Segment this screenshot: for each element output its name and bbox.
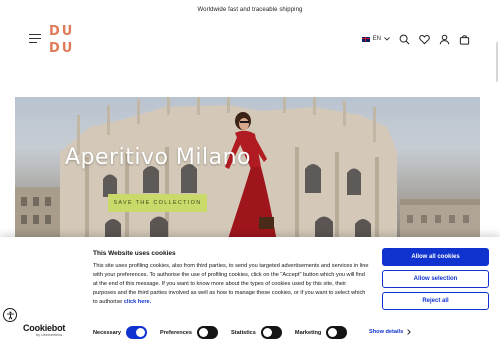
- announcement-bar: Worldwide fast and traceable shipping: [0, 0, 500, 20]
- bag-icon[interactable]: [459, 34, 470, 45]
- save-the-collection-button[interactable]: SAVE THE COLLECTION: [108, 194, 207, 212]
- toggle-preferences: Preferences: [160, 326, 219, 339]
- cookie-banner-title: This Website uses cookies: [93, 250, 176, 257]
- announcement-text: Worldwide fast and traceable shipping: [197, 7, 303, 13]
- account-icon[interactable]: [439, 34, 450, 45]
- accessibility-icon[interactable]: [3, 308, 17, 322]
- logo-bottom: DU: [49, 41, 75, 56]
- heart-icon[interactable]: [419, 34, 430, 45]
- reject-all-button[interactable]: Reject all: [382, 292, 489, 310]
- necessary-switch[interactable]: [126, 326, 147, 339]
- flag-uk-icon: [361, 36, 370, 42]
- statistics-switch[interactable]: [260, 326, 282, 339]
- search-icon[interactable]: [399, 34, 410, 45]
- marketing-switch[interactable]: [326, 326, 348, 339]
- toggle-label: Marketing: [294, 329, 322, 336]
- cookiebot-sub: by Usercentrics: [36, 333, 63, 337]
- logo-top: DU: [49, 24, 75, 39]
- scrollbar[interactable]: [496, 42, 498, 82]
- allow-selection-button[interactable]: Allow selection: [382, 270, 489, 288]
- site-header: DU DU EN: [0, 20, 500, 82]
- header-actions: EN: [361, 32, 470, 46]
- cookie-toggles: Necessary Preferences Statistics Marketi…: [93, 326, 360, 339]
- toggle-label: Necessary: [93, 329, 121, 336]
- cookie-click-here-link[interactable]: click here.: [124, 299, 151, 305]
- logo[interactable]: DU DU: [49, 25, 77, 57]
- toggle-marketing: Marketing: [294, 326, 348, 339]
- hero-banner[interactable]: Aperitivo Milano SAVE THE COLLECTION: [15, 97, 480, 242]
- menu-icon[interactable]: [29, 34, 41, 44]
- language-code: EN: [372, 36, 381, 42]
- allow-all-cookies-button[interactable]: Allow all cookies: [382, 248, 489, 266]
- preferences-switch[interactable]: [197, 326, 219, 339]
- toggle-label: Statistics: [231, 329, 256, 336]
- toggle-statistics: Statistics: [231, 326, 282, 339]
- language-selector[interactable]: EN: [361, 36, 390, 42]
- accessibility-figure-icon: [6, 310, 14, 320]
- cookiebot-name: Cookiebot: [23, 323, 66, 333]
- show-details-link[interactable]: Show details: [369, 329, 412, 335]
- cookie-banner-text: This site uses profiling cookies, also f…: [93, 262, 370, 307]
- chevron-right-icon: [407, 329, 412, 335]
- hero-title: Aperitivo Milano: [65, 145, 252, 170]
- show-details-label: Show details: [369, 329, 404, 335]
- page: Worldwide fast and traceable shipping DU…: [0, 0, 500, 348]
- toggle-label: Preferences: [160, 329, 193, 336]
- cookiebot-logo: Cookiebot by Usercentrics: [23, 324, 65, 338]
- chevron-down-icon: [384, 37, 390, 41]
- toggle-necessary: Necessary: [93, 326, 147, 339]
